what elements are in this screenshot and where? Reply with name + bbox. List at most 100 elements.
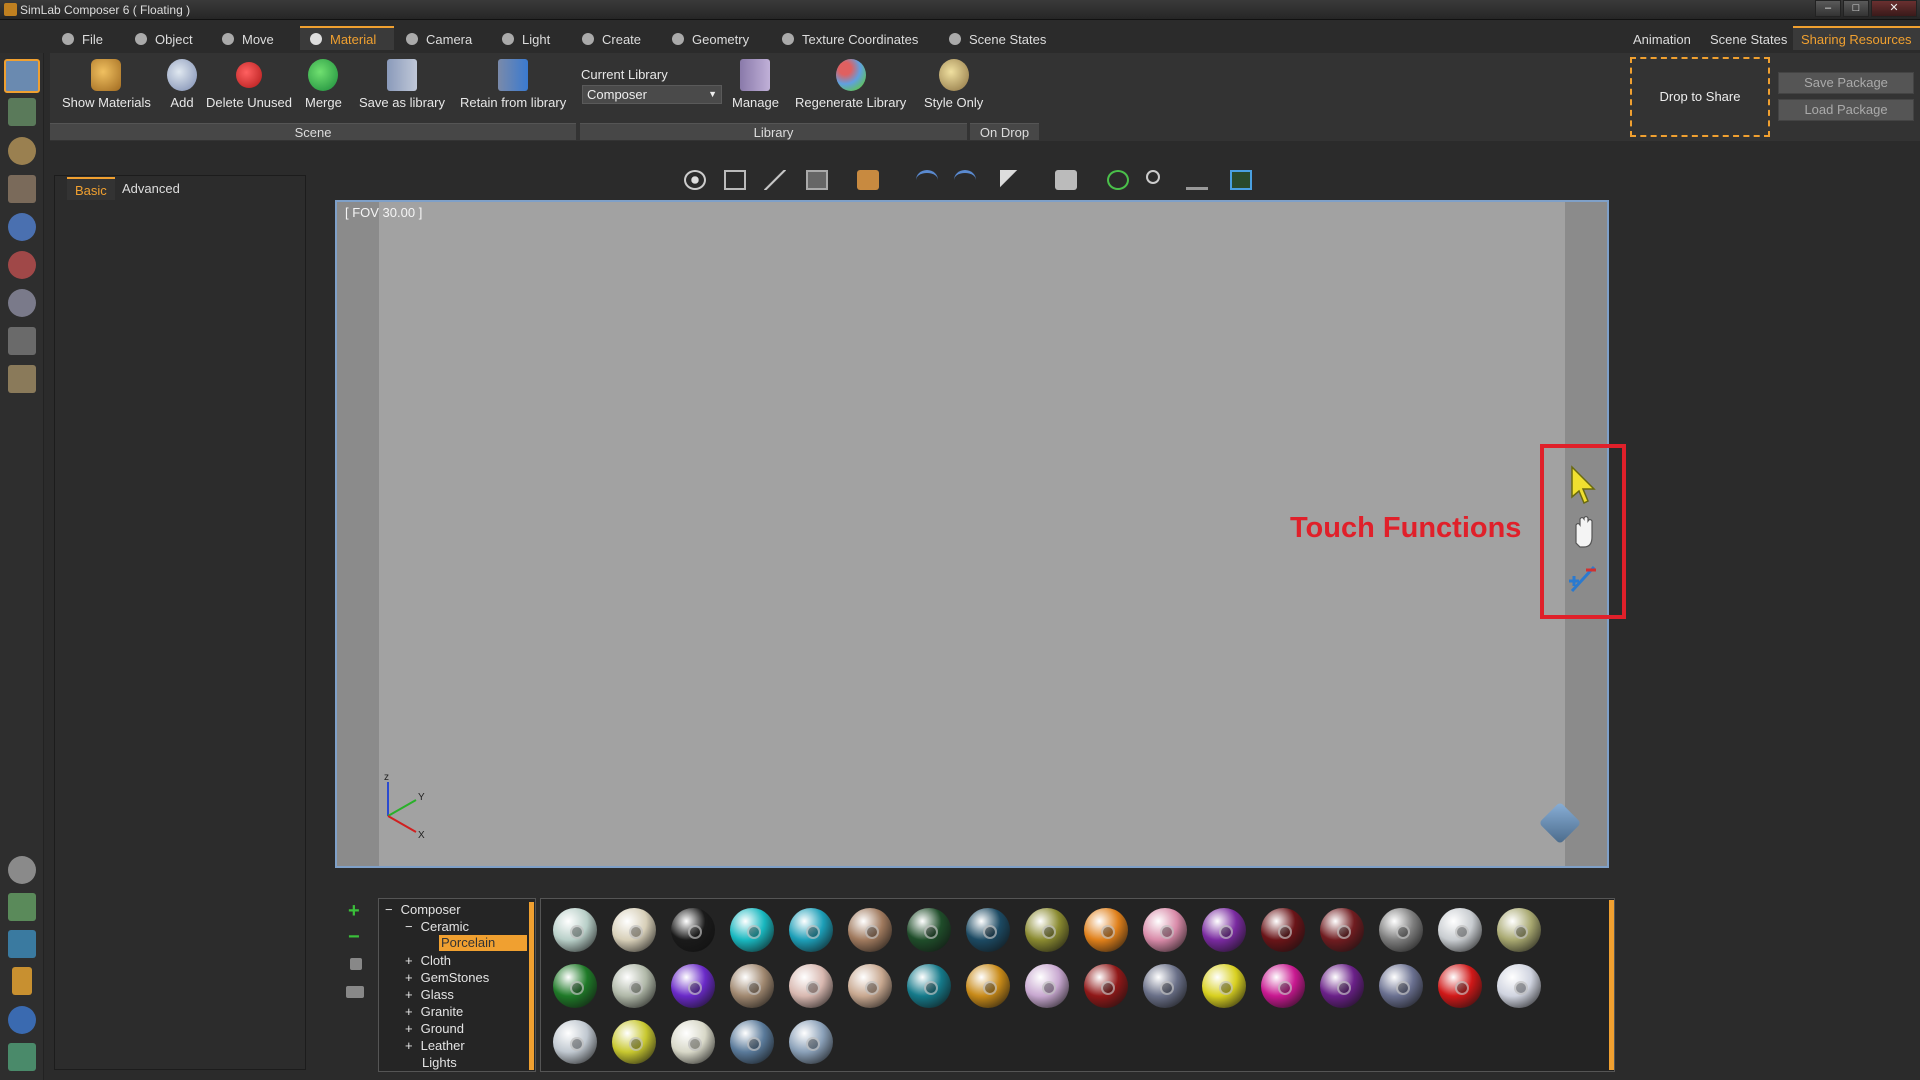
material-swatch[interactable]: [671, 1020, 715, 1064]
material-swatch[interactable]: [789, 908, 833, 952]
material-swatch[interactable]: [1084, 908, 1128, 952]
touch-pan-icon[interactable]: [1575, 515, 1593, 548]
material-swatch[interactable]: [612, 1020, 656, 1064]
screen-capture-icon[interactable]: [1230, 170, 1252, 190]
view-options-icon[interactable]: [346, 986, 364, 998]
tab-scene-states-right[interactable]: Scene States: [1710, 28, 1787, 52]
maximize-button[interactable]: □: [1843, 0, 1869, 17]
material-swatch[interactable]: [671, 964, 715, 1008]
material-swatch[interactable]: [1261, 908, 1305, 952]
material-swatch[interactable]: [1320, 908, 1364, 952]
manage-button[interactable]: Manage: [732, 59, 779, 110]
merge-button[interactable]: Merge: [305, 59, 342, 110]
pointer-icon[interactable]: [1000, 170, 1022, 190]
material-swatch[interactable]: [1497, 908, 1541, 952]
material-swatch[interactable]: [848, 908, 892, 952]
tab-scene-states[interactable]: Scene States: [949, 28, 1046, 52]
material-swatch[interactable]: [553, 1020, 597, 1064]
tab-animation[interactable]: Animation: [1633, 28, 1691, 52]
book-icon[interactable]: [8, 175, 36, 203]
material-swatch[interactable]: [966, 908, 1010, 952]
load-package-button[interactable]: Load Package: [1778, 99, 1914, 121]
globe-icon[interactable]: [8, 213, 36, 241]
zoom-icon[interactable]: [1146, 170, 1160, 184]
script-icon[interactable]: [8, 327, 36, 355]
show-materials-button[interactable]: Show Materials: [62, 59, 151, 110]
display-mode-icon[interactable]: [806, 170, 828, 190]
drop-to-share-zone[interactable]: Drop to Share: [1630, 57, 1770, 137]
tab-material[interactable]: Material: [300, 26, 394, 50]
regenerate-library-button[interactable]: Regenerate Library: [795, 59, 906, 110]
animation-icon[interactable]: [8, 289, 36, 317]
material-swatch[interactable]: [730, 964, 774, 1008]
material-swatch[interactable]: [612, 908, 656, 952]
add-button[interactable]: Add: [167, 59, 197, 110]
ground-plane-icon[interactable]: [1186, 170, 1208, 190]
hammer-icon[interactable]: [12, 967, 32, 995]
material-swatch[interactable]: [1202, 964, 1246, 1008]
material-swatch[interactable]: [1497, 964, 1541, 1008]
tab-camera[interactable]: Camera: [406, 28, 472, 52]
material-swatch[interactable]: [612, 964, 656, 1008]
material-swatch[interactable]: [1202, 908, 1246, 952]
package-icon[interactable]: [8, 1043, 36, 1071]
export-icon[interactable]: [8, 930, 36, 958]
material-swatch[interactable]: [907, 964, 951, 1008]
touch-select-icon[interactable]: [1571, 465, 1596, 505]
close-button[interactable]: ✕: [1871, 0, 1917, 17]
material-swatch[interactable]: [789, 1020, 833, 1064]
library-tool-icon[interactable]: [8, 98, 36, 126]
material-swatch[interactable]: [1025, 908, 1069, 952]
tree-node-leather[interactable]: + Leather: [405, 1038, 465, 1053]
fit-view-icon[interactable]: [1107, 170, 1129, 190]
retain-from-library-button[interactable]: Retain from library: [460, 59, 566, 110]
material-swatch[interactable]: [730, 908, 774, 952]
tab-object[interactable]: Object: [135, 28, 193, 52]
tab-advanced[interactable]: Advanced: [114, 177, 188, 200]
material-swatch[interactable]: [1025, 964, 1069, 1008]
tab-move[interactable]: Move: [222, 28, 274, 52]
tree-node-gemstones[interactable]: + GemStones: [405, 970, 489, 985]
material-swatch[interactable]: [1379, 908, 1423, 952]
tree-scrollbar[interactable]: [529, 902, 534, 1070]
tree-node-ground[interactable]: + Ground: [405, 1021, 464, 1036]
tab-create[interactable]: Create: [582, 28, 641, 52]
material-swatch[interactable]: [730, 1020, 774, 1064]
import-icon[interactable]: [8, 893, 36, 921]
tree-node-granite[interactable]: + Granite: [405, 1004, 463, 1019]
scene-tool-icon[interactable]: [4, 59, 40, 93]
undo-icon[interactable]: [916, 170, 938, 190]
save-package-button[interactable]: Save Package: [1778, 72, 1914, 94]
select-region-icon[interactable]: [724, 170, 746, 190]
presentation-icon[interactable]: [8, 365, 36, 393]
measure-icon[interactable]: [764, 170, 786, 190]
minimize-button[interactable]: –: [1815, 0, 1841, 17]
remove-library-icon[interactable]: −: [348, 926, 360, 949]
material-swatch[interactable]: [789, 964, 833, 1008]
tab-geometry[interactable]: Geometry: [672, 28, 749, 52]
tree-node-lights[interactable]: Lights: [422, 1055, 457, 1070]
material-swatch[interactable]: [1143, 964, 1187, 1008]
material-swatch[interactable]: [907, 908, 951, 952]
tab-light[interactable]: Light: [502, 28, 550, 52]
material-swatch[interactable]: [553, 908, 597, 952]
material-swatch[interactable]: [1438, 908, 1482, 952]
tab-texture-coordinates[interactable]: Texture Coordinates: [782, 28, 918, 52]
material-swatch[interactable]: [553, 964, 597, 1008]
box-icon[interactable]: [857, 170, 879, 190]
material-ball-icon[interactable]: [8, 251, 36, 279]
orbit-icon[interactable]: [684, 170, 706, 190]
add-library-icon[interactable]: +: [348, 900, 360, 923]
material-swatch[interactable]: [966, 964, 1010, 1008]
save-as-library-button[interactable]: Save as library: [359, 59, 445, 110]
help-icon[interactable]: [8, 1006, 36, 1034]
material-swatch[interactable]: [848, 964, 892, 1008]
material-swatch[interactable]: [1084, 964, 1128, 1008]
material-swatch[interactable]: [1143, 908, 1187, 952]
material-swatch[interactable]: [1438, 964, 1482, 1008]
material-swatch[interactable]: [1261, 964, 1305, 1008]
tab-file[interactable]: File: [62, 28, 103, 52]
tree-node-cloth[interactable]: + Cloth: [405, 953, 451, 968]
tree-node-ceramic[interactable]: − Ceramic: [405, 919, 469, 934]
tab-basic[interactable]: Basic: [67, 177, 115, 200]
